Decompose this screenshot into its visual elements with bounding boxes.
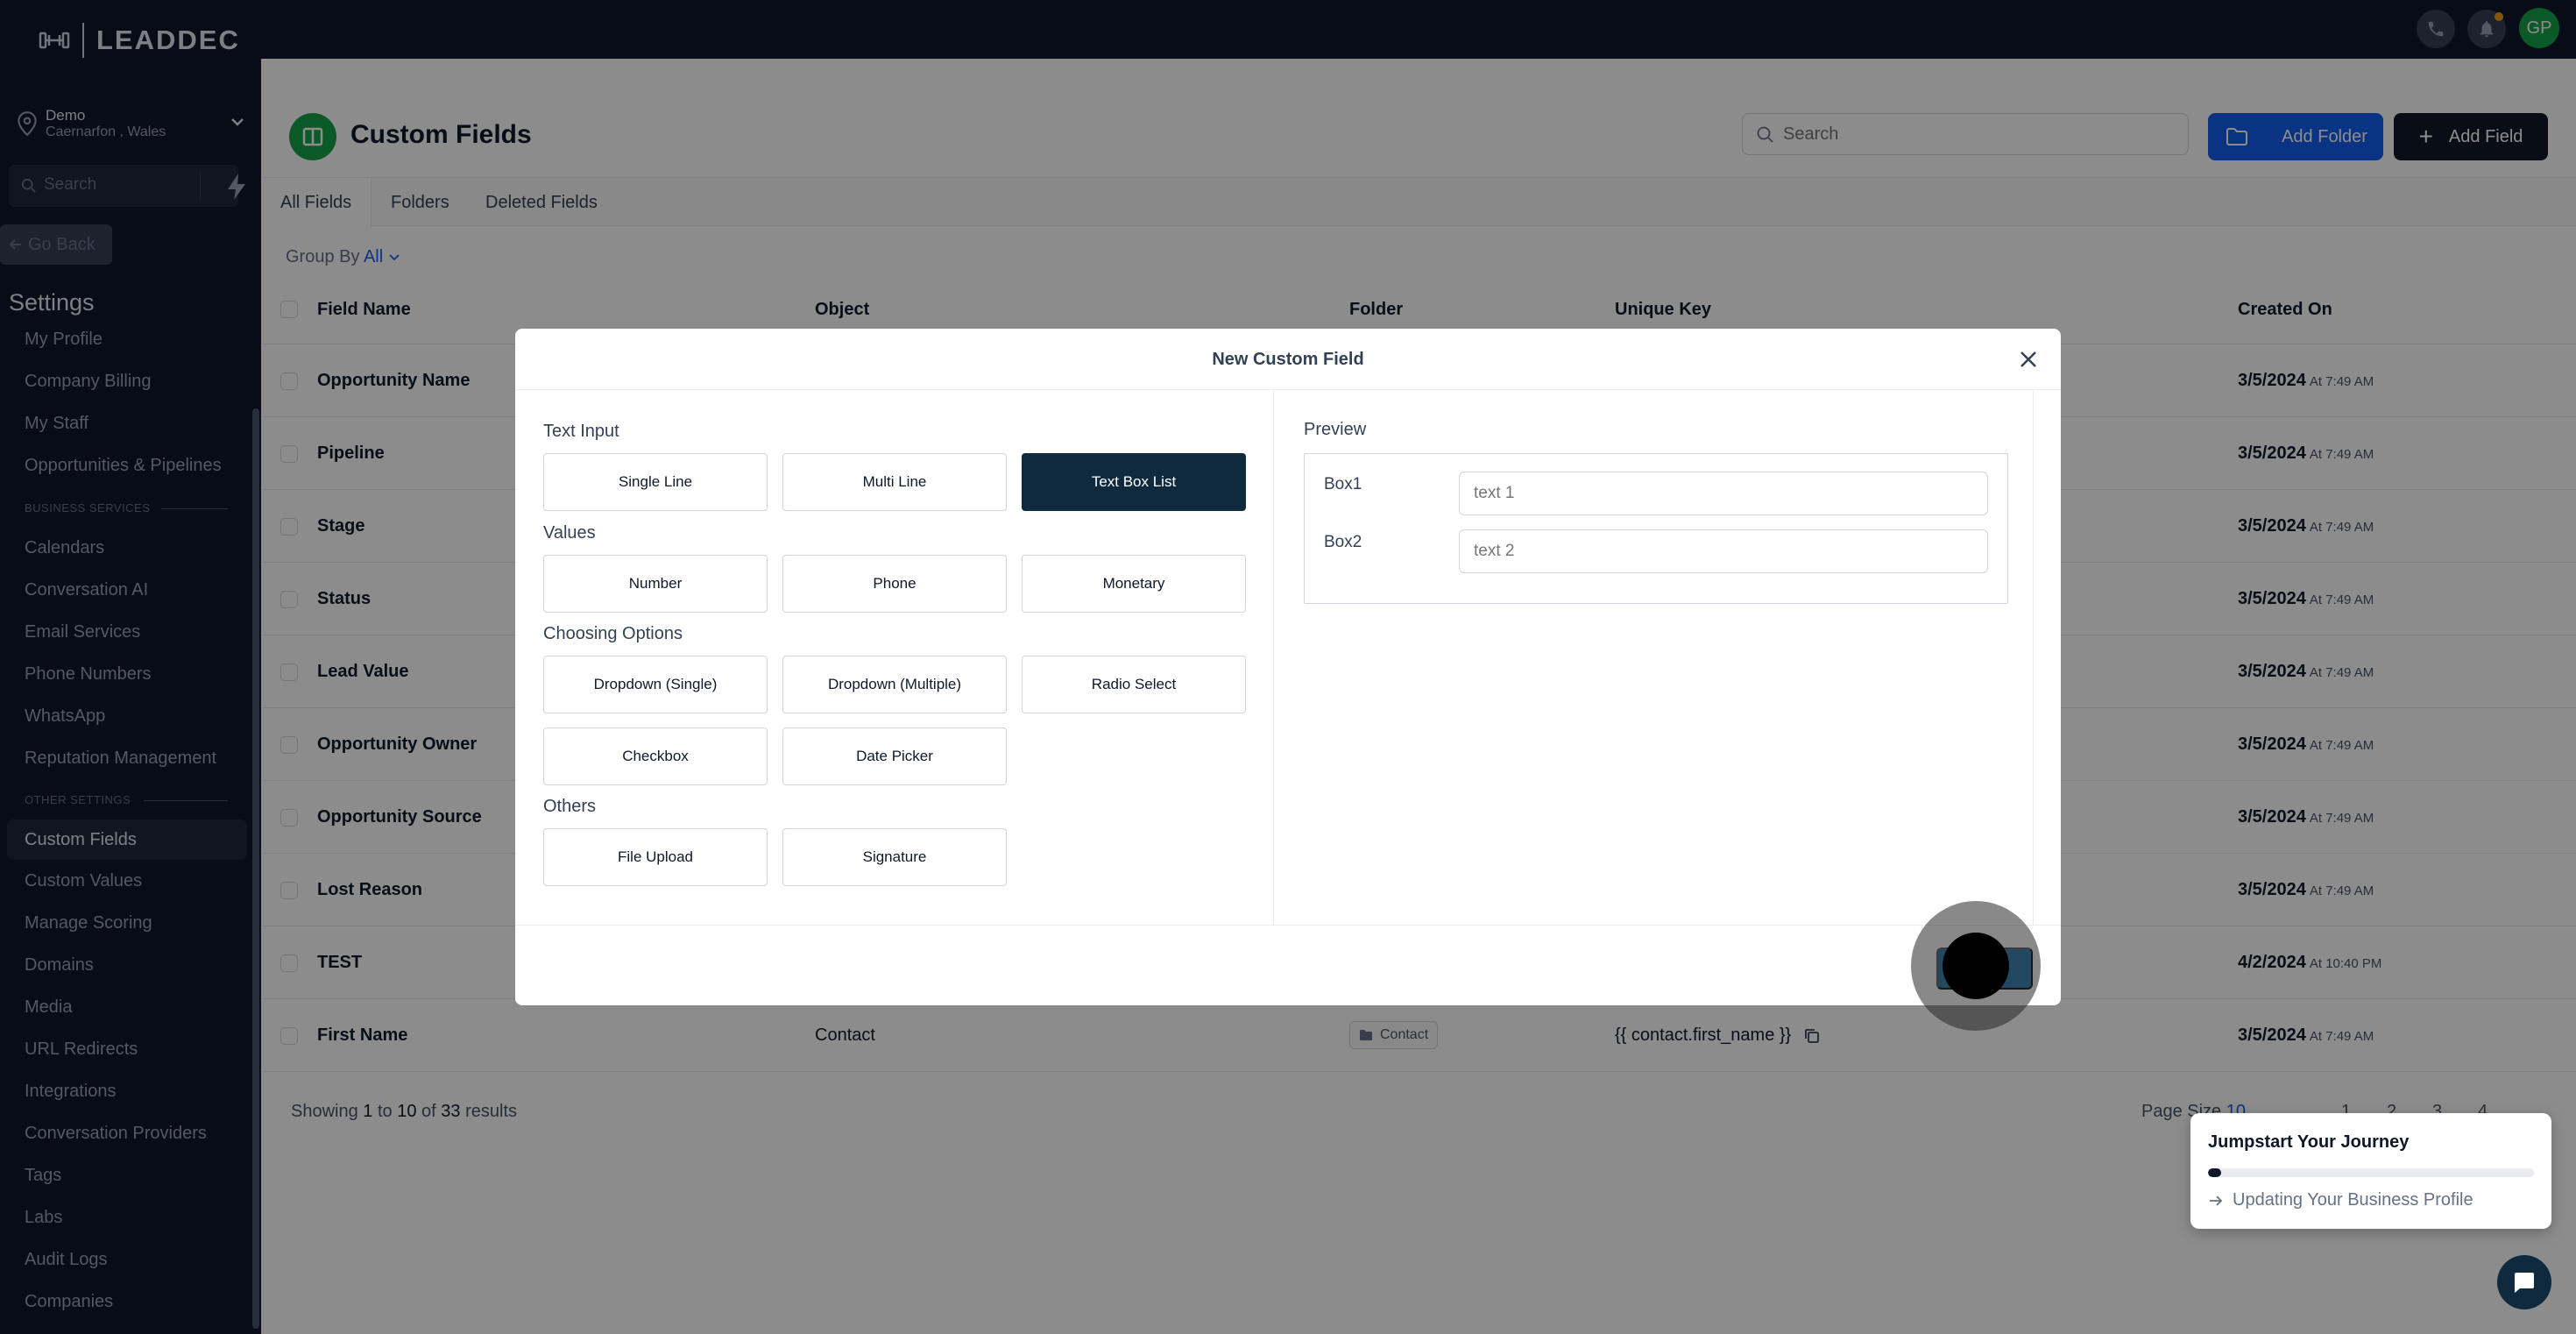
group-label-choosing-options: Choosing Options — [543, 624, 683, 643]
jumpstart-progress-fill — [2208, 1168, 2221, 1177]
group-label-text-input: Text Input — [543, 422, 619, 441]
modal-footer — [515, 925, 2061, 1005]
arrow-right-icon — [2210, 1195, 2223, 1206]
type-file-upload-button[interactable]: File Upload — [543, 828, 768, 886]
type-phone-button[interactable]: Phone — [782, 555, 1007, 613]
cursor-click-dot — [1943, 933, 2009, 999]
preview-label: Preview — [1304, 420, 1367, 439]
jumpstart-progress — [2208, 1168, 2534, 1177]
type-multi-line-button[interactable]: Multi Line — [782, 453, 1007, 511]
type-signature-button[interactable]: Signature — [782, 828, 1007, 886]
jumpstart-widget[interactable]: Jumpstart Your Journey Updating Your Bus… — [2190, 1113, 2551, 1229]
preview-box1-label: Box1 — [1324, 475, 1362, 493]
jumpstart-title: Jumpstart Your Journey — [2208, 1132, 2410, 1152]
cursor-click-indicator — [1911, 901, 2041, 1031]
modal-header: New Custom Field — [515, 329, 2061, 390]
group-label-values: Values — [543, 523, 596, 543]
type-date-picker-button[interactable]: Date Picker — [782, 727, 1007, 785]
preview-box2-label: Box2 — [1324, 533, 1362, 551]
jumpstart-step[interactable]: Updating Your Business Profile — [2208, 1190, 2473, 1210]
preview-scrollbar[interactable] — [2033, 390, 2061, 925]
close-icon[interactable] — [2015, 346, 2042, 373]
group-label-others: Others — [543, 797, 597, 816]
type-single-line-button[interactable]: Single Line — [543, 453, 768, 511]
modal-title: New Custom Field — [1212, 350, 1364, 369]
type-radio-select-button[interactable]: Radio Select — [1022, 656, 1246, 713]
type-monetary-button[interactable]: Monetary — [1022, 555, 1246, 613]
type-dropdown-single-button[interactable]: Dropdown (Single) — [543, 656, 768, 713]
type-dropdown-multiple-button[interactable]: Dropdown (Multiple) — [782, 656, 1007, 713]
type-number-button[interactable]: Number — [543, 555, 768, 613]
preview-box2-input[interactable] — [1459, 529, 1988, 573]
type-checkbox-button[interactable]: Checkbox — [543, 727, 768, 785]
chat-widget-button[interactable] — [2497, 1255, 2551, 1309]
field-type-picker: Text Input Single Line Multi Line Text B… — [515, 390, 1274, 925]
preview-pane: Preview Box1 Box2 — [1274, 390, 2033, 925]
chat-icon — [2515, 1273, 2534, 1293]
preview-box: Box1 Box2 — [1304, 453, 2008, 604]
preview-box1-input[interactable] — [1459, 472, 1988, 515]
new-custom-field-modal: New Custom Field Text Input Single Line … — [515, 329, 2061, 1005]
type-text-box-list-button[interactable]: Text Box List — [1022, 453, 1246, 511]
